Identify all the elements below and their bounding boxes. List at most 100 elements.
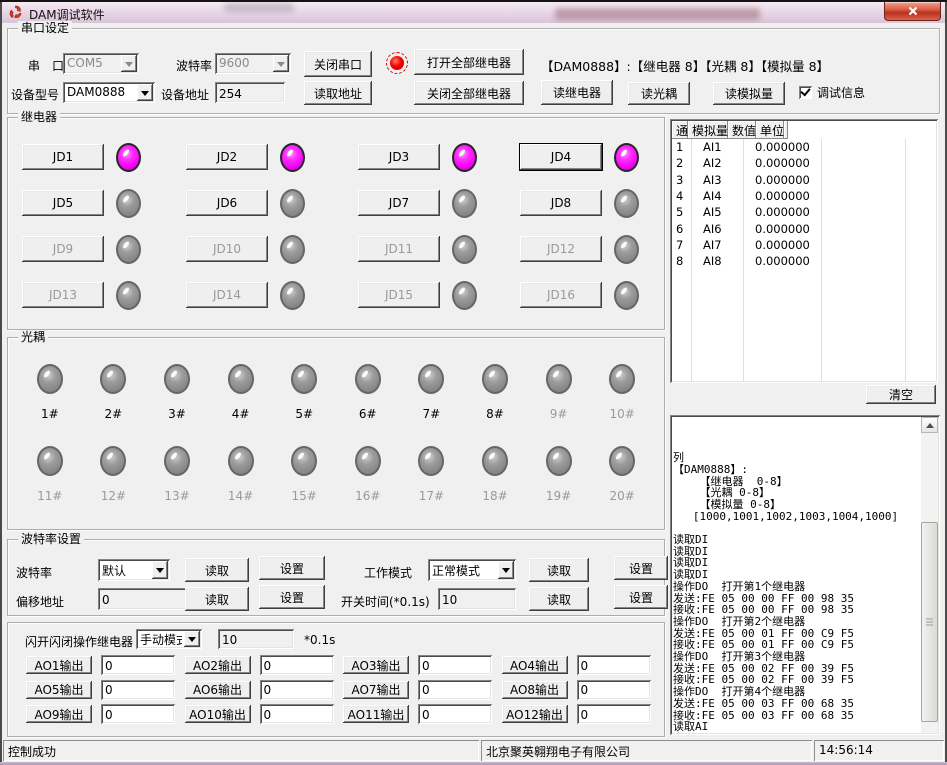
relay-button[interactable]: JD16	[520, 282, 602, 308]
ao-cell: AO8输出	[502, 680, 661, 700]
close-all-relays-button[interactable]: 关闭全部继电器	[414, 81, 524, 105]
relay-button[interactable]: JD15	[358, 282, 440, 308]
column-header[interactable]: 模拟量	[688, 121, 728, 139]
relay-button[interactable]: JD10	[186, 236, 268, 262]
read-workmode-button[interactable]: 读取	[529, 558, 589, 582]
relay-button[interactable]: JD8	[520, 190, 602, 216]
opto-label: 9#	[550, 407, 568, 421]
relay-button[interactable]: JD13	[22, 282, 104, 308]
ao-value-input[interactable]	[577, 655, 651, 675]
glass-reflection	[224, 3, 294, 12]
chevron-down-icon[interactable]	[137, 84, 153, 101]
ao-value-input[interactable]	[577, 680, 651, 700]
ao-value-input[interactable]	[101, 655, 175, 675]
analog-name-cell: AI7	[691, 238, 743, 252]
baudrate-select[interactable]: 默认	[98, 559, 170, 581]
table-row[interactable]: 7 AI7 0.000000	[672, 237, 936, 253]
ao-value-input[interactable]	[418, 655, 492, 675]
offset-address-input[interactable]	[98, 588, 188, 610]
opto-led-indicator	[37, 364, 63, 394]
relay-button[interactable]: JD2	[186, 144, 268, 170]
set-offset-button[interactable]: 设置	[259, 585, 325, 609]
chevron-down-icon[interactable]	[152, 561, 168, 579]
log-scrollbar[interactable]	[921, 417, 938, 733]
ao-output-button[interactable]: AO7输出	[343, 681, 409, 699]
table-row[interactable]: 2 AI2 0.000000	[672, 155, 936, 171]
ao-value-input[interactable]	[418, 704, 492, 724]
relay-button[interactable]: JD14	[186, 282, 268, 308]
relay-button[interactable]: JD1	[22, 144, 104, 170]
ao-value-input[interactable]	[260, 680, 334, 700]
ao-value-input[interactable]	[260, 655, 334, 675]
relay-button[interactable]: JD12	[520, 236, 602, 262]
analog-table[interactable]: 通模拟量数值单位 1 AI1 0.000000 2 AI2 0.000000	[670, 119, 938, 383]
device-address-input[interactable]	[215, 82, 285, 103]
ao-output-button[interactable]: AO11输出	[343, 705, 409, 723]
column-header[interactable]: 通	[672, 121, 688, 139]
column-header[interactable]: 单位	[756, 121, 784, 139]
opto-cell: 9#	[546, 364, 572, 421]
column-header[interactable]: 数值	[728, 121, 756, 139]
open-all-relays-button[interactable]: 打开全部继电器	[414, 49, 524, 75]
read-offset-button[interactable]: 读取	[185, 587, 249, 611]
column-header[interactable]	[784, 121, 788, 139]
value-cell: 0.000000	[743, 189, 821, 203]
ao-value-input[interactable]	[577, 704, 651, 724]
relay-button[interactable]: JD3	[358, 144, 440, 170]
scrollbar-thumb[interactable]	[921, 522, 938, 722]
opto-group: 光耦 1# 2# 3# 4#	[7, 337, 665, 530]
ao-output-button[interactable]: AO10输出	[185, 705, 251, 723]
read-analog-button[interactable]: 读模拟量	[713, 82, 785, 105]
ao-output-button[interactable]: AO4输出	[502, 656, 568, 674]
table-row[interactable]: 6 AI6 0.000000	[672, 220, 936, 236]
relay-button[interactable]: JD4	[520, 144, 602, 170]
set-baud-button[interactable]: 设置	[259, 556, 325, 580]
read-baud-button[interactable]: 读取	[185, 558, 249, 582]
ao-value-input[interactable]	[101, 704, 175, 724]
ao-output-button[interactable]: AO3输出	[343, 656, 409, 674]
debug-info-checkbox[interactable]: 调试信息	[799, 84, 865, 101]
relay-button[interactable]: JD11	[358, 236, 440, 262]
chevron-down-icon[interactable]	[498, 561, 514, 579]
chevron-down-icon[interactable]	[184, 631, 200, 647]
ao-output-button[interactable]: AO9输出	[26, 705, 92, 723]
debug-info-label: 调试信息	[817, 84, 865, 101]
relay-led-indicator	[614, 235, 639, 264]
ao-output-button[interactable]: AO8输出	[502, 681, 568, 699]
read-opto-button[interactable]: 读光耦	[628, 82, 690, 105]
read-relay-button[interactable]: 读继电器	[541, 80, 613, 105]
set-switchtime-button[interactable]: 设置	[614, 585, 668, 609]
flash-time-input[interactable]	[218, 629, 294, 649]
ao-output-button[interactable]: AO12输出	[502, 705, 568, 723]
table-row[interactable]: 8 AI8 0.000000	[672, 253, 936, 269]
read-switchtime-button[interactable]: 读取	[529, 587, 589, 611]
ao-output-button[interactable]: AO5输出	[26, 681, 92, 699]
baud-group-title: 波特率设置	[18, 532, 84, 546]
ao-value-input[interactable]	[260, 704, 334, 724]
model-select[interactable]: DAM0888	[63, 82, 155, 103]
ao-output-button[interactable]: AO2输出	[185, 656, 251, 674]
ao-output-button[interactable]: AO1输出	[26, 656, 92, 674]
flash-mode-select[interactable]: 手动模式	[136, 629, 202, 649]
read-address-button[interactable]: 读取地址	[304, 81, 372, 105]
table-row[interactable]: 5 AI5 0.000000	[672, 204, 936, 220]
table-row[interactable]: 1 AI1 0.000000	[672, 139, 936, 155]
set-workmode-button[interactable]: 设置	[614, 556, 668, 580]
log-panel[interactable]: 列【DAM0888】: 【继电器 0-8】 【光耦 0-8】 【模拟量 0-8】…	[670, 415, 940, 735]
close-button[interactable]	[884, 2, 941, 21]
relay-button[interactable]: JD7	[358, 190, 440, 216]
workmode-select[interactable]: 正常模式	[428, 559, 516, 581]
relay-button[interactable]: JD6	[186, 190, 268, 216]
close-serial-button[interactable]: 关闭串口	[304, 51, 372, 77]
ao-value-input[interactable]	[101, 680, 175, 700]
relay-button[interactable]: JD5	[22, 190, 104, 216]
relay-button[interactable]: JD9	[22, 236, 104, 262]
ao-value-input[interactable]	[418, 680, 492, 700]
ao-output-button[interactable]: AO6输出	[185, 681, 251, 699]
table-row[interactable]: 3 AI3 0.000000	[672, 172, 936, 188]
scroll-up-icon[interactable]	[921, 417, 938, 433]
relay-group: 继电器 JD1 JD2 JD3 JD4	[7, 117, 665, 330]
switch-time-input[interactable]	[438, 588, 516, 610]
clear-log-button[interactable]: 清空	[866, 385, 936, 404]
table-row[interactable]: 4 AI4 0.000000	[672, 188, 936, 204]
